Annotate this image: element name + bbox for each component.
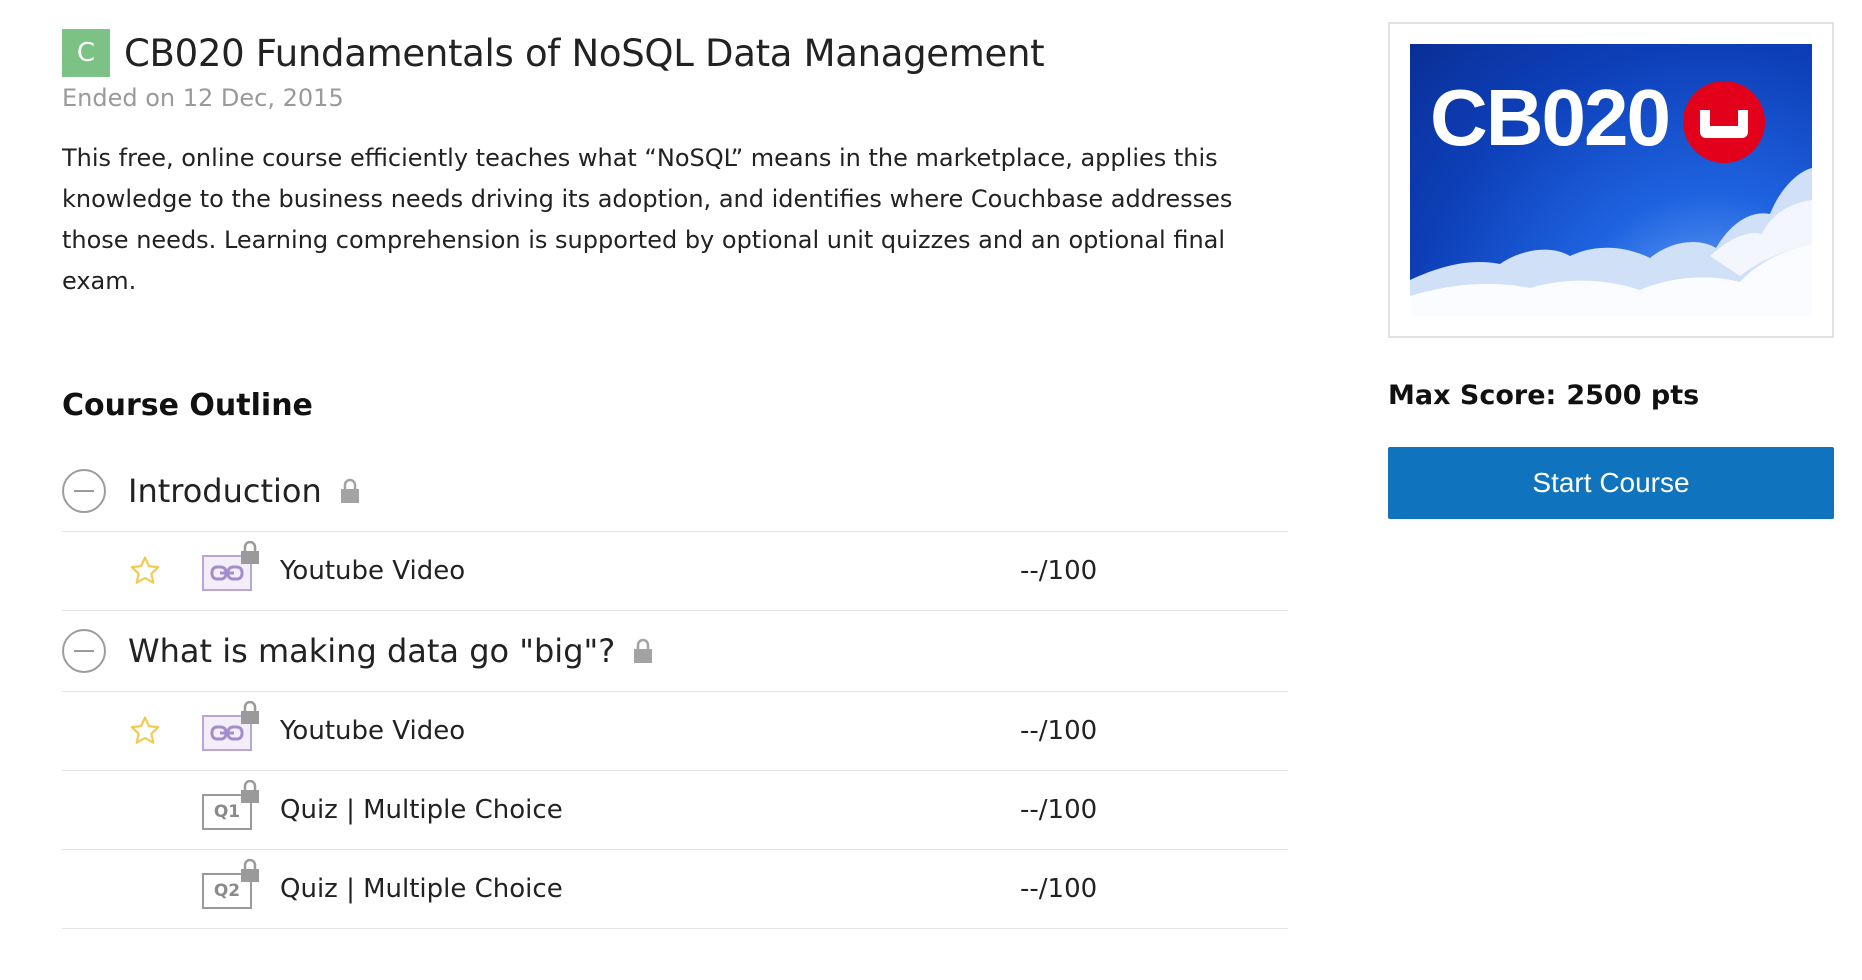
- item-score: --/100: [1020, 795, 1098, 825]
- quiz-icon: Q2: [202, 858, 259, 909]
- course-main: C CB020 Fundamentals of NoSQL Data Manag…: [62, 28, 1292, 929]
- start-course-button[interactable]: Start Course: [1388, 447, 1834, 519]
- quiz-icon: Q1: [202, 779, 259, 830]
- outline-section-big-data[interactable]: What is making data go "big"?: [62, 611, 1288, 692]
- course-badge: C: [62, 29, 110, 77]
- thumbnail-text: CB020: [1430, 73, 1671, 162]
- lock-icon: [633, 638, 653, 664]
- section-title: What is making data go "big"?: [128, 632, 616, 670]
- item-score: --/100: [1020, 556, 1098, 586]
- course-sidebar: CB020 Max Score: 2500 pts Start Course: [1388, 22, 1834, 519]
- outline-item[interactable]: Youtube Video --/100: [62, 532, 1288, 611]
- course-title: CB020 Fundamentals of NoSQL Data Managem…: [124, 31, 1045, 75]
- max-score-value: 2500 pts: [1566, 380, 1700, 411]
- lock-icon: [240, 700, 260, 729]
- outline-heading: Course Outline: [62, 388, 313, 423]
- lock-icon: [240, 858, 260, 887]
- outline-item[interactable]: Q1 Quiz | Multiple Choice --/100: [62, 771, 1288, 850]
- star-icon[interactable]: [128, 714, 178, 748]
- max-score-label: Max Score:: [1388, 380, 1557, 411]
- item-label[interactable]: Quiz | Multiple Choice: [280, 874, 1020, 904]
- course-status: Ended on 12 Dec, 2015: [62, 84, 344, 112]
- lock-icon: [240, 779, 260, 808]
- lock-icon: [340, 478, 360, 504]
- item-label[interactable]: Youtube Video: [280, 556, 1020, 586]
- collapse-circle-icon[interactable]: [62, 629, 106, 673]
- course-thumbnail-frame: CB020: [1388, 22, 1834, 338]
- outline-item[interactable]: Q2 Quiz | Multiple Choice --/100: [62, 850, 1288, 929]
- link-video-icon: [202, 540, 259, 591]
- section-title: Introduction: [128, 472, 322, 510]
- lock-icon: [240, 540, 260, 569]
- item-score: --/100: [1020, 716, 1098, 746]
- link-video-icon: [202, 700, 259, 751]
- star-icon[interactable]: [128, 554, 178, 588]
- course-header: C CB020 Fundamentals of NoSQL Data Manag…: [62, 28, 1292, 78]
- max-score: Max Score: 2500 pts: [1388, 380, 1834, 411]
- outline-item[interactable]: Youtube Video --/100: [62, 692, 1288, 771]
- item-score: --/100: [1020, 874, 1098, 904]
- item-label[interactable]: Youtube Video: [280, 716, 1020, 746]
- couchbase-logo-icon: [1682, 80, 1766, 168]
- collapse-circle-icon[interactable]: [62, 469, 106, 513]
- course-page: C CB020 Fundamentals of NoSQL Data Manag…: [0, 0, 1862, 980]
- course-description: This free, online course efficiently tea…: [62, 144, 1233, 295]
- item-label[interactable]: Quiz | Multiple Choice: [280, 795, 1020, 825]
- course-thumbnail: CB020: [1410, 44, 1812, 316]
- outline-section-introduction[interactable]: Introduction: [62, 451, 1288, 532]
- course-outline: Introduction Youtube Video --/100 What i…: [62, 451, 1288, 929]
